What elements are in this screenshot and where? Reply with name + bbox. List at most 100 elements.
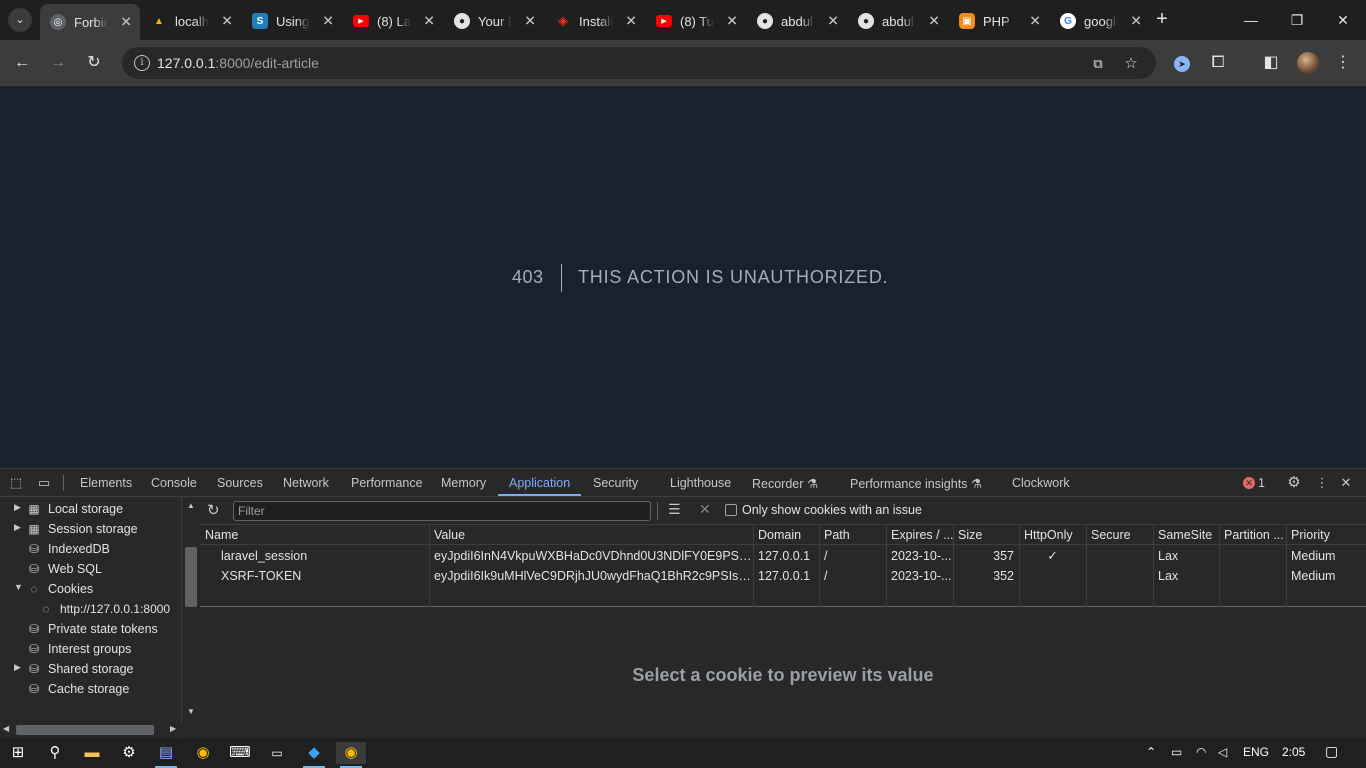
collapse-arrow-icon[interactable]: ▼ bbox=[14, 582, 23, 592]
chrome-icon[interactable]: ◉ bbox=[192, 742, 214, 764]
url-text[interactable]: 127.0.0.1:8000/edit-article bbox=[157, 55, 319, 71]
close-icon[interactable]: ✕ bbox=[1029, 13, 1041, 30]
cookie-partition-cell[interactable] bbox=[1219, 546, 1286, 566]
cookie-expires-cell[interactable]: 2023-10-... bbox=[886, 546, 953, 566]
refresh-icon[interactable]: ↻ bbox=[207, 501, 220, 519]
reload-button[interactable]: ↻ bbox=[81, 50, 107, 76]
devtools-tab-elements[interactable]: Elements bbox=[80, 476, 132, 490]
tab-google[interactable]: G google ✕ bbox=[1050, 6, 1150, 36]
tab-using[interactable]: S Using ✕ bbox=[242, 6, 342, 36]
close-icon[interactable]: ✕ bbox=[524, 13, 536, 30]
device-toolbar-icon[interactable]: ▭ bbox=[35, 475, 53, 491]
cookie-httponly-cell[interactable]: ✓ bbox=[1019, 546, 1086, 566]
tab-php[interactable]: ▣ PHP ✕ bbox=[949, 6, 1049, 36]
tab-search-button[interactable]: ⌄ bbox=[8, 8, 32, 32]
volume-icon[interactable]: ◁ bbox=[1218, 745, 1227, 759]
cookie-samesite-cell[interactable]: Lax bbox=[1153, 566, 1219, 586]
devtools-tab-network[interactable]: Network bbox=[283, 476, 329, 490]
expand-arrow-icon[interactable]: ▶ bbox=[14, 502, 21, 513]
vscode-icon[interactable]: ◆ bbox=[303, 742, 325, 764]
keyboard-icon[interactable]: ⌨ bbox=[229, 742, 251, 764]
notepad-icon[interactable]: ▤ bbox=[155, 742, 177, 764]
sidebar-item-local-storage[interactable]: ▶ ▦ Local storage bbox=[0, 499, 181, 519]
devtools-tab-security[interactable]: Security bbox=[593, 476, 638, 490]
sidebar-item-cache-storage[interactable]: ⛁ Cache storage bbox=[0, 679, 181, 699]
col-header-value[interactable]: Value bbox=[429, 525, 754, 545]
cookie-name-cell[interactable]: laravel_session bbox=[216, 546, 428, 566]
sidebar-item-cookie-origin[interactable]: ◌ http://127.0.0.1:8000 bbox=[0, 599, 181, 619]
filter-input[interactable] bbox=[233, 501, 651, 521]
cookie-name-cell[interactable]: XSRF-TOKEN bbox=[216, 566, 428, 586]
close-icon[interactable]: ✕ bbox=[726, 13, 738, 30]
scroll-left-icon[interactable]: ◀ bbox=[3, 724, 9, 733]
col-header-samesite[interactable]: SameSite bbox=[1153, 525, 1220, 545]
cookie-domain-cell[interactable]: 127.0.0.1 bbox=[753, 546, 819, 566]
scrollbar-thumb[interactable] bbox=[185, 547, 197, 607]
cookie-size-cell[interactable]: 352 bbox=[953, 566, 1019, 586]
sidebar-item-session-storage[interactable]: ▶ ▦ Session storage bbox=[0, 519, 181, 539]
clear-filtered-icon[interactable]: ☰ bbox=[668, 501, 681, 518]
close-icon[interactable]: ✕ bbox=[827, 13, 839, 30]
scroll-up-icon[interactable]: ▲ bbox=[187, 501, 195, 510]
cookie-priority-cell[interactable]: Medium bbox=[1286, 566, 1366, 586]
close-icon[interactable]: ✕ bbox=[322, 13, 334, 30]
back-button[interactable]: ← bbox=[9, 50, 35, 76]
scroll-down-icon[interactable]: ▼ bbox=[187, 707, 195, 716]
minimize-button[interactable]: — bbox=[1228, 0, 1274, 40]
search-icon[interactable]: ⚲ bbox=[44, 742, 66, 764]
show-hidden-icons[interactable]: ⌃ bbox=[1146, 745, 1156, 759]
tab-localhost[interactable]: ▲ localhost ✕ bbox=[141, 6, 241, 36]
delete-selected-icon[interactable]: ✕ bbox=[699, 501, 711, 518]
col-header-path[interactable]: Path bbox=[819, 525, 887, 545]
sidebar-item-interest-groups[interactable]: ⛁ Interest groups bbox=[0, 639, 181, 659]
restore-button[interactable]: ❐ bbox=[1274, 0, 1320, 40]
devtools-tab-clockwork[interactable]: Clockwork bbox=[1012, 476, 1070, 490]
new-tab-button[interactable]: + bbox=[1150, 8, 1174, 32]
wifi-icon[interactable]: ◠ bbox=[1196, 745, 1206, 759]
only-issue-checkbox[interactable] bbox=[725, 504, 737, 516]
close-icon[interactable]: ✕ bbox=[625, 13, 637, 30]
close-window-button[interactable]: ✕ bbox=[1320, 0, 1366, 40]
sidebar-item-web-sql[interactable]: ⛁ Web SQL bbox=[0, 559, 181, 579]
scrollbar-thumb[interactable] bbox=[16, 725, 154, 735]
translate-icon[interactable]: ⧉ bbox=[1088, 54, 1108, 74]
extensions-puzzle-icon[interactable]: ⧠ bbox=[1205, 50, 1231, 76]
cookie-path-cell[interactable]: / bbox=[819, 546, 886, 566]
cookie-secure-cell[interactable] bbox=[1086, 546, 1153, 566]
forward-button[interactable]: → bbox=[45, 50, 71, 76]
sidebar-item-private-state-tokens[interactable]: ⛁ Private state tokens bbox=[0, 619, 181, 639]
col-header-httponly[interactable]: HttpOnly bbox=[1019, 525, 1087, 545]
error-count[interactable]: 1 bbox=[1258, 476, 1265, 490]
close-icon[interactable]: ✕ bbox=[423, 13, 435, 30]
col-header-partition[interactable]: Partition ... bbox=[1219, 525, 1287, 545]
col-header-secure[interactable]: Secure bbox=[1086, 525, 1154, 545]
col-header-size[interactable]: Size bbox=[953, 525, 1020, 545]
scroll-right-icon[interactable]: ▶ bbox=[170, 724, 176, 733]
sidebar-vertical-scrollbar[interactable]: ▲ ▼ bbox=[183, 497, 199, 721]
terminal-icon[interactable]: ▭ bbox=[266, 742, 288, 764]
tab-youtube-laravel[interactable]: ▶ (8) Laravel ✕ bbox=[343, 6, 443, 36]
col-header-priority[interactable]: Priority bbox=[1286, 525, 1366, 545]
cookie-domain-cell[interactable]: 127.0.0.1 bbox=[753, 566, 819, 586]
devtools-tab-sources[interactable]: Sources bbox=[217, 476, 263, 490]
devtools-tab-console[interactable]: Console bbox=[151, 476, 197, 490]
cookie-path-cell[interactable]: / bbox=[819, 566, 886, 586]
file-explorer-icon[interactable]: ▬ bbox=[81, 742, 103, 764]
tab-abdul-1[interactable]: ● abdul ✕ bbox=[747, 6, 847, 36]
address-bar[interactable]: i 127.0.0.1:8000/edit-article ⧉ ☆ bbox=[122, 47, 1156, 79]
inspect-element-icon[interactable]: ⬚ bbox=[7, 475, 25, 491]
cookie-httponly-cell[interactable] bbox=[1019, 566, 1086, 586]
cookie-samesite-cell[interactable]: Lax bbox=[1153, 546, 1219, 566]
tab-abdul-2[interactable]: ● abdul ✕ bbox=[848, 6, 948, 36]
tab-youtube-tutorial[interactable]: ▶ (8) Tutorial ✕ bbox=[646, 6, 746, 36]
cookie-size-cell[interactable]: 357 bbox=[953, 546, 1019, 566]
col-header-name[interactable]: Name bbox=[200, 525, 430, 545]
settings-app-icon[interactable]: ⚙ bbox=[118, 742, 140, 764]
battery-icon[interactable]: ▭ bbox=[1171, 745, 1182, 759]
cookie-value-cell[interactable]: eyJpdiI6InN4VkpuWXBHaDc0VDhnd0U3NDlFY0E9… bbox=[429, 546, 753, 566]
devtools-menu-icon[interactable]: ⋮ bbox=[1313, 475, 1331, 491]
col-header-domain[interactable]: Domain bbox=[753, 525, 820, 545]
devtools-tab-memory[interactable]: Memory bbox=[441, 476, 486, 490]
cookie-secure-cell[interactable] bbox=[1086, 566, 1153, 586]
devtools-tab-recorder[interactable]: Recorder ⚗ bbox=[752, 476, 818, 491]
